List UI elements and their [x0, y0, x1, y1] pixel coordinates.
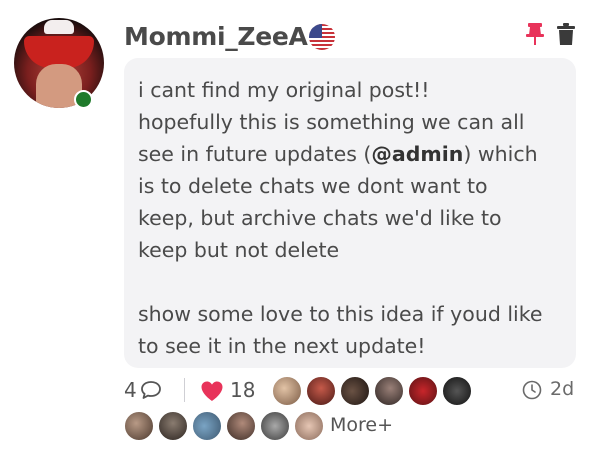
liker-avatars[interactable] — [272, 376, 482, 406]
liker-avatar[interactable] — [442, 376, 472, 406]
message-bubble: i cant find my original post!! hopefully… — [124, 58, 576, 368]
admin-mention[interactable]: @admin — [371, 142, 463, 166]
like-count: 18 — [230, 378, 256, 402]
liker-avatar[interactable] — [192, 411, 222, 441]
heart-icon[interactable] — [200, 380, 224, 402]
comment-icon[interactable] — [140, 380, 162, 400]
pin-icon[interactable] — [524, 22, 546, 46]
reply-count: 4 — [124, 378, 137, 402]
clock-icon — [522, 380, 542, 400]
username[interactable]: Mommi_ZeeA — [124, 22, 308, 51]
user-avatar[interactable] — [14, 18, 104, 109]
more-liker-avatars[interactable]: More+ — [124, 410, 424, 442]
liker-avatar[interactable] — [340, 376, 370, 406]
liker-avatar[interactable] — [374, 376, 404, 406]
post-timestamp: 2d — [550, 378, 575, 400]
liker-avatar[interactable] — [306, 376, 336, 406]
more-likers-link[interactable]: More+ — [330, 414, 393, 436]
post-footer: 4 18 2d — [124, 376, 584, 406]
trash-icon[interactable] — [556, 22, 576, 46]
liker-avatar[interactable] — [158, 411, 188, 441]
liker-avatar[interactable] — [260, 411, 290, 441]
message-text: i cant find my original post!! hopefully… — [138, 78, 543, 358]
liker-avatar[interactable] — [294, 411, 324, 441]
us-flag-icon — [309, 24, 335, 50]
online-status-indicator — [74, 90, 93, 109]
liker-avatar[interactable] — [272, 376, 302, 406]
liker-avatar[interactable] — [124, 411, 154, 441]
liker-avatar[interactable] — [408, 376, 438, 406]
divider — [184, 378, 185, 402]
liker-avatar[interactable] — [226, 411, 256, 441]
